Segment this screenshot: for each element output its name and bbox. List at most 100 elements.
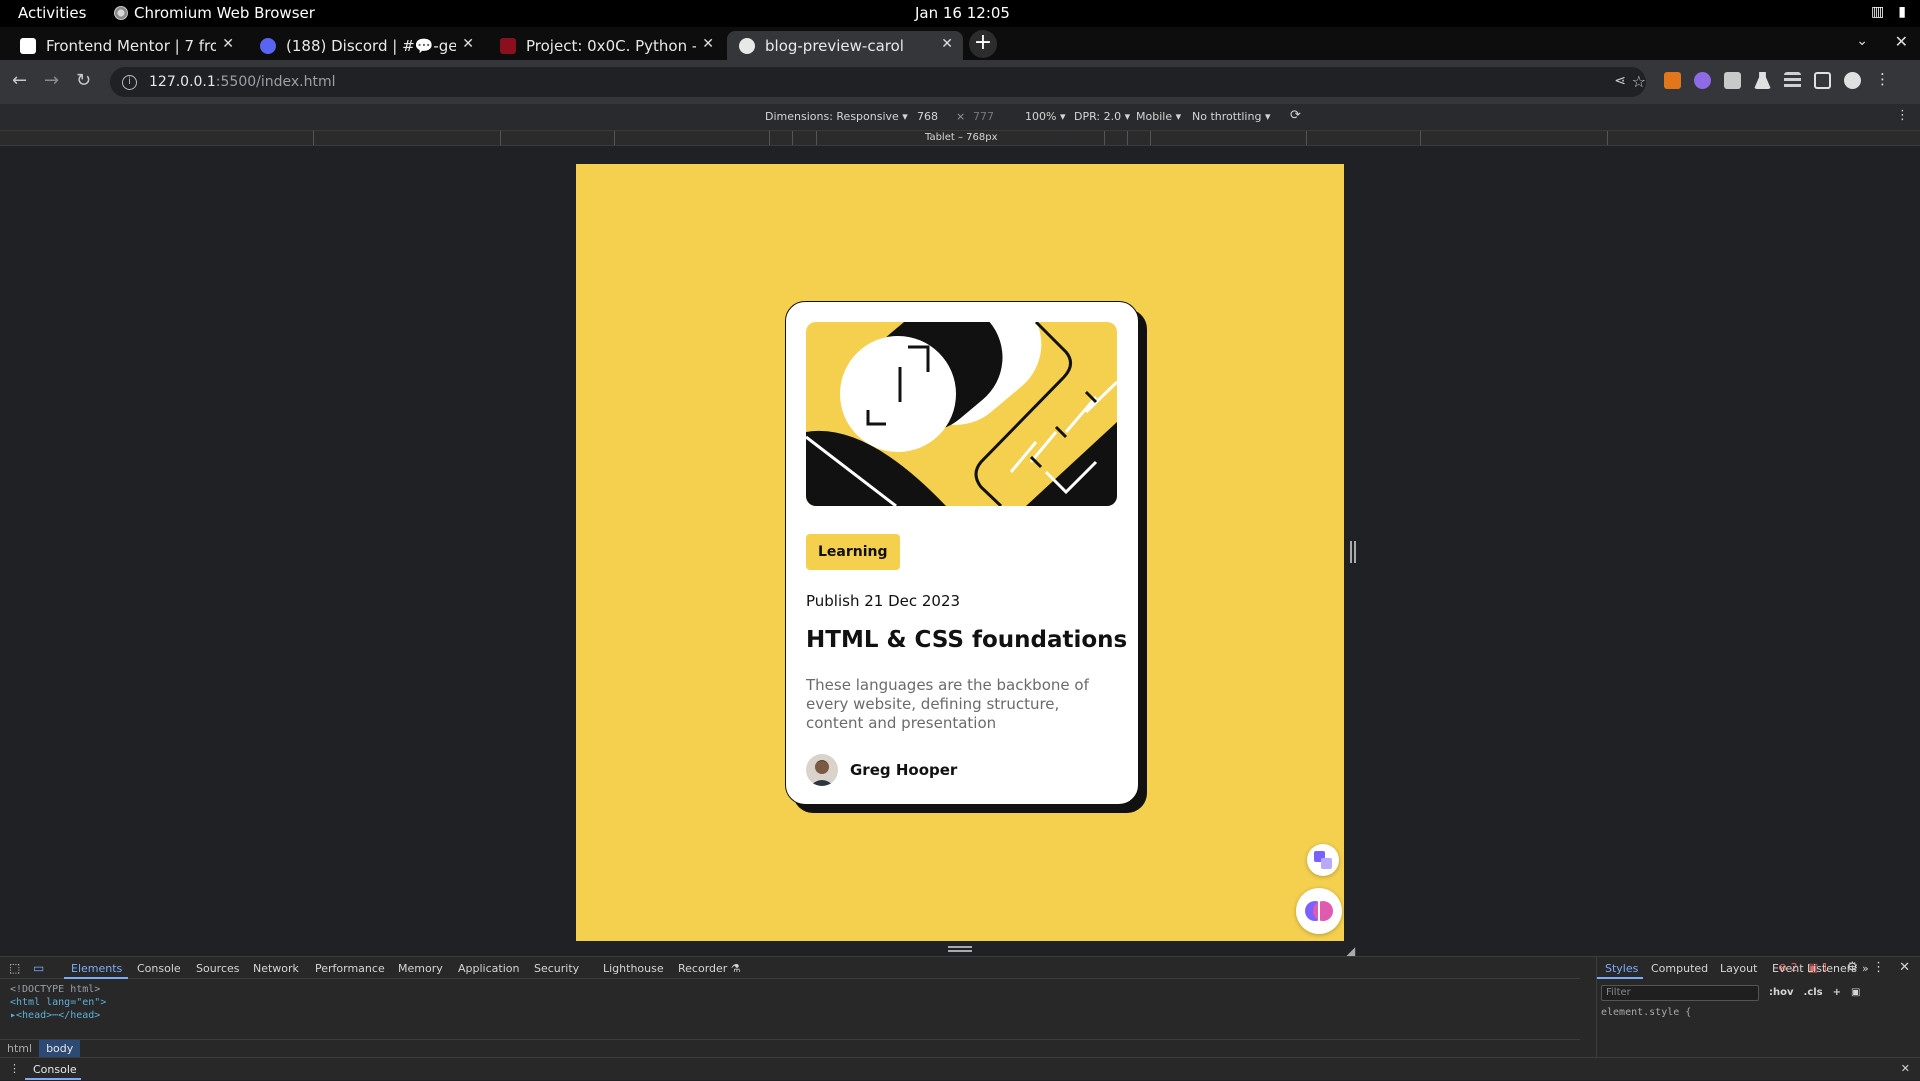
device-toggle-icon[interactable]: ▭ [33, 961, 44, 975]
throttle-select[interactable]: No throttling ▾ [1192, 110, 1270, 123]
height-input[interactable]: 777 [973, 110, 994, 123]
page-viewport: Learning Publish 21 Dec 2023 HTML & CSS … [576, 164, 1344, 941]
media-query-tick[interactable] [816, 131, 817, 145]
extensions-area: ⋮ [1664, 72, 1891, 89]
tab-frontend-mentor[interactable]: Frontend Mentor | 7 front ✕ [8, 31, 244, 60]
new-tab-button[interactable]: + [969, 30, 997, 58]
devtools-drawer: ⋮ Console ✕ [0, 1057, 1920, 1081]
clock[interactable]: Jan 16 12:05 [915, 4, 1010, 22]
new-rule-icon[interactable]: + [1833, 987, 1841, 998]
brain-extension-icon[interactable] [1694, 72, 1711, 89]
card-title[interactable]: HTML & CSS foundations [806, 627, 1127, 653]
tab-security[interactable]: Security [534, 962, 579, 975]
styles-filter-input[interactable]: Filter [1601, 985, 1759, 1001]
ai-assistant-button[interactable] [1296, 888, 1342, 934]
share-icon[interactable]: ⋖ [1614, 73, 1626, 89]
inspect-element-icon[interactable]: ⬚ [9, 961, 20, 975]
tab-styles[interactable]: Styles [1605, 962, 1638, 975]
viewport-width-resize-handle[interactable] [1350, 541, 1356, 563]
avatar-graphic [806, 754, 838, 786]
styles-pane: Styles Computed Layout Event Listeners »… [1596, 957, 1920, 1057]
media-query-tick[interactable] [313, 131, 314, 145]
close-tab-icon[interactable]: ✕ [462, 36, 474, 52]
bookmark-star-icon[interactable]: ☆ [1632, 72, 1646, 91]
card-description: These languages are the backbone of ever… [806, 676, 1089, 732]
hover-state-toggle[interactable]: :hov [1769, 987, 1794, 998]
tab-computed[interactable]: Computed [1651, 962, 1708, 975]
tab-sources[interactable]: Sources [196, 962, 240, 975]
tab-discord[interactable]: (188) Discord | #💬-gener ✕ [248, 31, 484, 60]
media-query-tick[interactable] [792, 131, 793, 145]
media-query-tick[interactable] [1607, 131, 1608, 145]
blog-illustration [806, 322, 1117, 506]
activities-button[interactable]: Activities [18, 4, 86, 22]
drawer-tab-console[interactable]: Console [33, 1063, 77, 1076]
tab-layout[interactable]: Layout [1720, 962, 1757, 975]
media-controls-icon[interactable] [1784, 72, 1801, 89]
tab-lighthouse[interactable]: Lighthouse [603, 962, 664, 975]
crumb-body[interactable]: body [39, 1040, 81, 1057]
media-query-tick[interactable] [1420, 131, 1421, 145]
tab-strip: Frontend Mentor | 7 front ✕ (188) Discor… [0, 27, 1920, 60]
address-bar[interactable]: i 127.0.0.1:5500/index.html ⋖ ☆ [110, 67, 1646, 97]
metamask-extension-icon[interactable] [1664, 72, 1681, 89]
zoom-select[interactable]: 100% ▾ [1025, 110, 1065, 123]
viewport-height-resize-handle[interactable] [948, 946, 972, 952]
media-query-tick[interactable] [500, 131, 501, 145]
more-tabs-icon[interactable]: » [1862, 962, 1869, 975]
forward-icon[interactable]: → [44, 70, 59, 91]
tab-memory[interactable]: Memory [398, 962, 443, 975]
devtools-panel: ⬚ ▭ Elements Console Sources Network Per… [0, 956, 1920, 1080]
close-tab-icon[interactable]: ✕ [702, 36, 714, 52]
window-close-icon[interactable]: ✕ [1895, 32, 1908, 51]
rotate-icon[interactable]: ⟳ [1290, 108, 1301, 123]
crumb-html[interactable]: html [0, 1040, 39, 1057]
media-query-tick[interactable] [1104, 131, 1105, 145]
media-query-tick[interactable] [614, 131, 615, 145]
reload-icon[interactable]: ↻ [76, 70, 91, 91]
tab-application[interactable]: Application [458, 962, 519, 975]
globe-favicon-icon [739, 37, 755, 54]
dom-tree[interactable]: <!DOCTYPE html> <html lang="en"> ▸<head>… [10, 983, 106, 1022]
site-info-icon[interactable]: i [122, 74, 137, 90]
profile-icon[interactable] [1844, 72, 1861, 89]
dom-line[interactable]: <!DOCTYPE html> [10, 983, 106, 996]
tab-blog-preview[interactable]: blog-preview-carol ✕ [727, 31, 963, 60]
flask-icon[interactable] [1754, 72, 1771, 89]
active-tab-indicator [64, 977, 128, 979]
drawer-menu-icon[interactable]: ⋮ [9, 1062, 20, 1075]
media-query-tick[interactable] [1306, 131, 1307, 145]
kebab-menu-icon[interactable]: ⋮ [1874, 72, 1891, 89]
tab-search-chevron-icon[interactable]: ⌄ [1856, 33, 1868, 49]
class-toggle[interactable]: .cls [1804, 987, 1823, 998]
tab-performance[interactable]: Performance [315, 962, 385, 975]
computed-sidebar-icon[interactable]: ▣ [1851, 987, 1860, 998]
close-tab-icon[interactable]: ✕ [222, 36, 234, 52]
width-input[interactable]: 768 [917, 110, 938, 123]
tab-alx-project[interactable]: Project: 0x0C. Python - Al ✕ [488, 31, 724, 60]
tab-console[interactable]: Console [137, 962, 181, 975]
tab-network[interactable]: Network [253, 962, 299, 975]
dom-line[interactable]: <html lang="en"> [10, 996, 106, 1009]
app-menu[interactable]: Chromium Web Browser [114, 4, 315, 22]
dimensions-select[interactable]: Dimensions: Responsive ▾ [765, 110, 908, 123]
translate-extension-button[interactable] [1307, 844, 1339, 876]
media-query-tick[interactable] [769, 131, 770, 145]
tab-elements[interactable]: Elements [71, 962, 122, 975]
device-mode-select[interactable]: Mobile ▾ [1136, 110, 1181, 123]
tab-title: Project: 0x0C. Python - Al [526, 36, 696, 55]
system-tray[interactable]: ▥ ▮ [1871, 4, 1906, 20]
close-tab-icon[interactable]: ✕ [941, 36, 953, 52]
media-query-tick[interactable] [1150, 131, 1151, 145]
dpr-select[interactable]: DPR: 2.0 ▾ [1074, 110, 1130, 123]
puzzle-extensions-icon[interactable] [1724, 72, 1741, 89]
media-query-tick[interactable] [1127, 131, 1128, 145]
device-toolbar-more-icon[interactable]: ⋮ [1896, 108, 1909, 123]
element-style-rule[interactable]: element.style { [1601, 1007, 1691, 1018]
tab-recorder[interactable]: Recorder ⚗ [678, 962, 741, 975]
back-icon[interactable]: ← [12, 70, 27, 91]
tab-event-listeners[interactable]: Event Listeners [1772, 962, 1857, 975]
dom-line[interactable]: ▸<head>⋯</head> [10, 1009, 106, 1022]
drawer-close-icon[interactable]: ✕ [1901, 1062, 1910, 1075]
side-panel-icon[interactable] [1814, 72, 1831, 89]
